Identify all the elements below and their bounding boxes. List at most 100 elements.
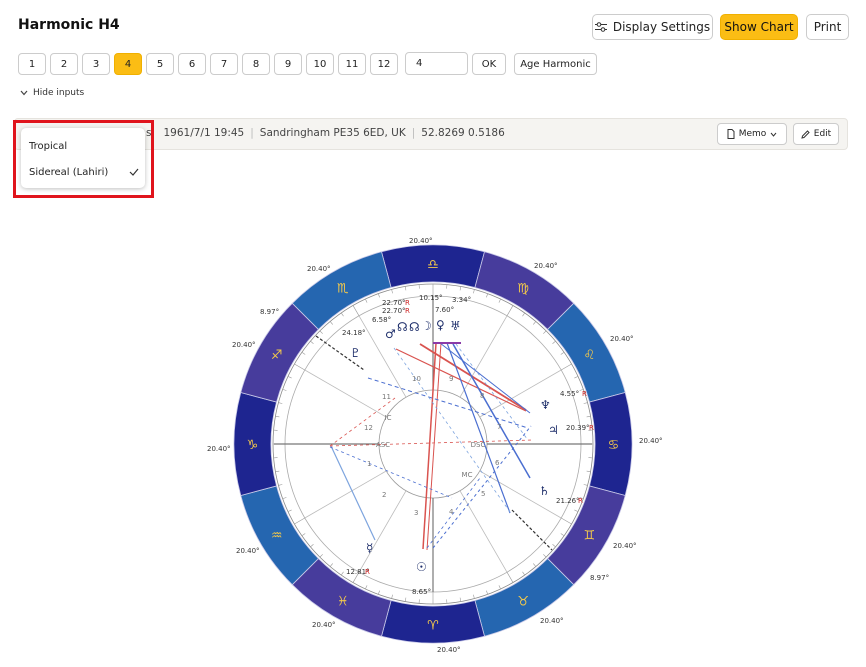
cusp-degree-label: 20.40° <box>613 542 637 550</box>
harmonic-button-11[interactable]: 11 <box>338 53 366 75</box>
age-harmonic-button[interactable]: Age Harmonic <box>514 53 597 75</box>
separator: | <box>411 127 416 139</box>
taurus-icon: ♉ <box>517 594 529 609</box>
capricorn-icon: ♑ <box>247 438 259 453</box>
harmonic-button-4[interactable]: 4 <box>114 53 142 75</box>
harmonic-button-2[interactable]: 2 <box>50 53 78 75</box>
mars-glyph: ♂ <box>385 327 396 341</box>
planet-degree: 7.60° <box>435 306 454 314</box>
chart-info-text: s 1961/7/1 19:45 | Sandringham PE35 6ED,… <box>146 127 505 139</box>
harmonic-chart-wheel: ♎ ♍ ♌ ♋ ♊ ♉ ♈ ♓ ♒ ♑ ♐ ♏ IC ASC DSC MC 1 2 3 4 5 6 7… <box>207 237 663 654</box>
cusp-degree-label: 20.40° <box>534 262 558 270</box>
aries-icon: ♈ <box>427 619 439 634</box>
display-settings-button[interactable]: Display Settings <box>592 14 713 40</box>
harmonic-button-3[interactable]: 3 <box>82 53 110 75</box>
angle-mc: MC <box>462 471 473 479</box>
page-title: Harmonic H4 <box>18 17 120 33</box>
retrograde-marker: R <box>405 299 410 307</box>
house-number-7: 7 <box>497 423 501 431</box>
gemini-icon: ♊ <box>583 528 595 543</box>
sliders-icon <box>594 22 607 32</box>
retrograde-marker: R <box>582 390 587 398</box>
cusp-degree-label: 8.97° <box>260 308 279 316</box>
harmonic-button-9[interactable]: 9 <box>274 53 302 75</box>
venus-glyph: ♀ <box>436 318 445 332</box>
retrograde-marker: R <box>589 424 594 432</box>
harmonic-input[interactable]: 4 <box>405 52 468 75</box>
mercury-glyph: ☿ <box>366 541 373 555</box>
show-chart-button[interactable]: Show Chart <box>720 14 798 40</box>
chevron-down-icon <box>20 90 28 96</box>
planet-degree: 22.70° <box>382 299 406 307</box>
harmonic-button-1[interactable]: 1 <box>18 53 46 75</box>
cusp-degree-label: 20.40° <box>639 437 663 445</box>
harmonic-button-8[interactable]: 8 <box>242 53 270 75</box>
cusp-degree-label: 20.40° <box>409 237 433 245</box>
planet-degree: 24.18° <box>342 329 366 337</box>
planet-degree: 3.34° <box>452 296 471 304</box>
house-number-2: 2 <box>382 491 386 499</box>
separator: | <box>250 127 254 139</box>
libra-icon: ♎ <box>427 258 439 273</box>
house-number-1: 1 <box>367 460 371 468</box>
node-glyph: ☊ <box>409 320 420 334</box>
planet-degree: 22.70° <box>382 307 406 315</box>
cusp-degree-label: 20.40° <box>312 621 336 629</box>
node-glyph: ☊ <box>397 320 408 334</box>
house-number-8: 8 <box>480 392 484 400</box>
jupiter-glyph: ♃ <box>548 423 559 437</box>
info-datetime: 1961/7/1 19:45 <box>163 127 245 139</box>
cusp-degree-label: 20.40° <box>610 335 634 343</box>
angle-dsc: DSC <box>471 441 486 449</box>
harmonic-button-12[interactable]: 12 <box>370 53 398 75</box>
retrograde-marker: R <box>578 497 583 505</box>
moon-glyph: ☽ <box>421 319 432 333</box>
memo-button[interactable]: Memo <box>717 123 787 145</box>
cancer-icon: ♋ <box>608 438 620 453</box>
uranus-glyph: ♅ <box>450 319 461 333</box>
edit-button[interactable]: Edit <box>793 123 839 145</box>
cusp-degree-label: 20.40° <box>236 547 260 555</box>
planet-degree: 20.39° <box>566 424 590 432</box>
planet-degree: 21.26° <box>556 497 580 505</box>
pencil-icon <box>801 129 810 139</box>
cusp-degree-label: 20.40° <box>540 617 564 625</box>
edit-label: Edit <box>813 129 832 139</box>
display-settings-label: Display Settings <box>612 20 711 34</box>
sun-glyph: ☉ <box>416 560 427 574</box>
ok-button[interactable]: OK <box>472 53 506 75</box>
planet-degree: 6.58° <box>372 316 391 324</box>
saturn-glyph: ♄ <box>539 484 550 498</box>
cusp-degree-label: 20.40° <box>437 646 461 654</box>
planet-degree: 4.55° <box>560 390 579 398</box>
harmonic-button-5[interactable]: 5 <box>146 53 174 75</box>
harmonic-button-6[interactable]: 6 <box>178 53 206 75</box>
planet-degree: 8.65° <box>412 588 431 596</box>
hide-inputs-label: Hide inputs <box>33 88 85 98</box>
retrograde-marker: R <box>405 307 410 315</box>
info-place: Sandringham PE35 6ED, UK <box>259 127 406 139</box>
cusp-degree-label: 20.40° <box>232 341 256 349</box>
hide-inputs-toggle[interactable]: Hide inputs <box>20 88 84 98</box>
virgo-icon: ♍ <box>517 282 529 297</box>
document-icon <box>727 129 735 139</box>
house-number-3: 3 <box>414 509 418 517</box>
house-number-11: 11 <box>382 393 391 401</box>
harmonic-button-10[interactable]: 10 <box>306 53 334 75</box>
harmonic-button-7[interactable]: 7 <box>210 53 238 75</box>
retrograde-marker: R <box>365 568 370 576</box>
house-number-12: 12 <box>364 424 373 432</box>
neptune-glyph: ♆ <box>540 398 551 412</box>
house-number-5: 5 <box>481 490 485 498</box>
info-coords: 52.8269 0.5186 <box>421 127 505 139</box>
cusp-degree-label: 8.97° <box>590 574 609 582</box>
highlight-box <box>13 120 154 198</box>
print-button[interactable]: Print <box>806 14 849 40</box>
chevron-down-icon <box>770 132 777 137</box>
house-number-6: 6 <box>495 459 500 467</box>
memo-label: Memo <box>738 129 767 139</box>
sagittarius-icon: ♐ <box>271 348 283 363</box>
cusp-degree-label: 20.40° <box>207 445 231 453</box>
leo-icon: ♌ <box>583 348 595 363</box>
aquarius-icon: ♒ <box>271 528 283 543</box>
